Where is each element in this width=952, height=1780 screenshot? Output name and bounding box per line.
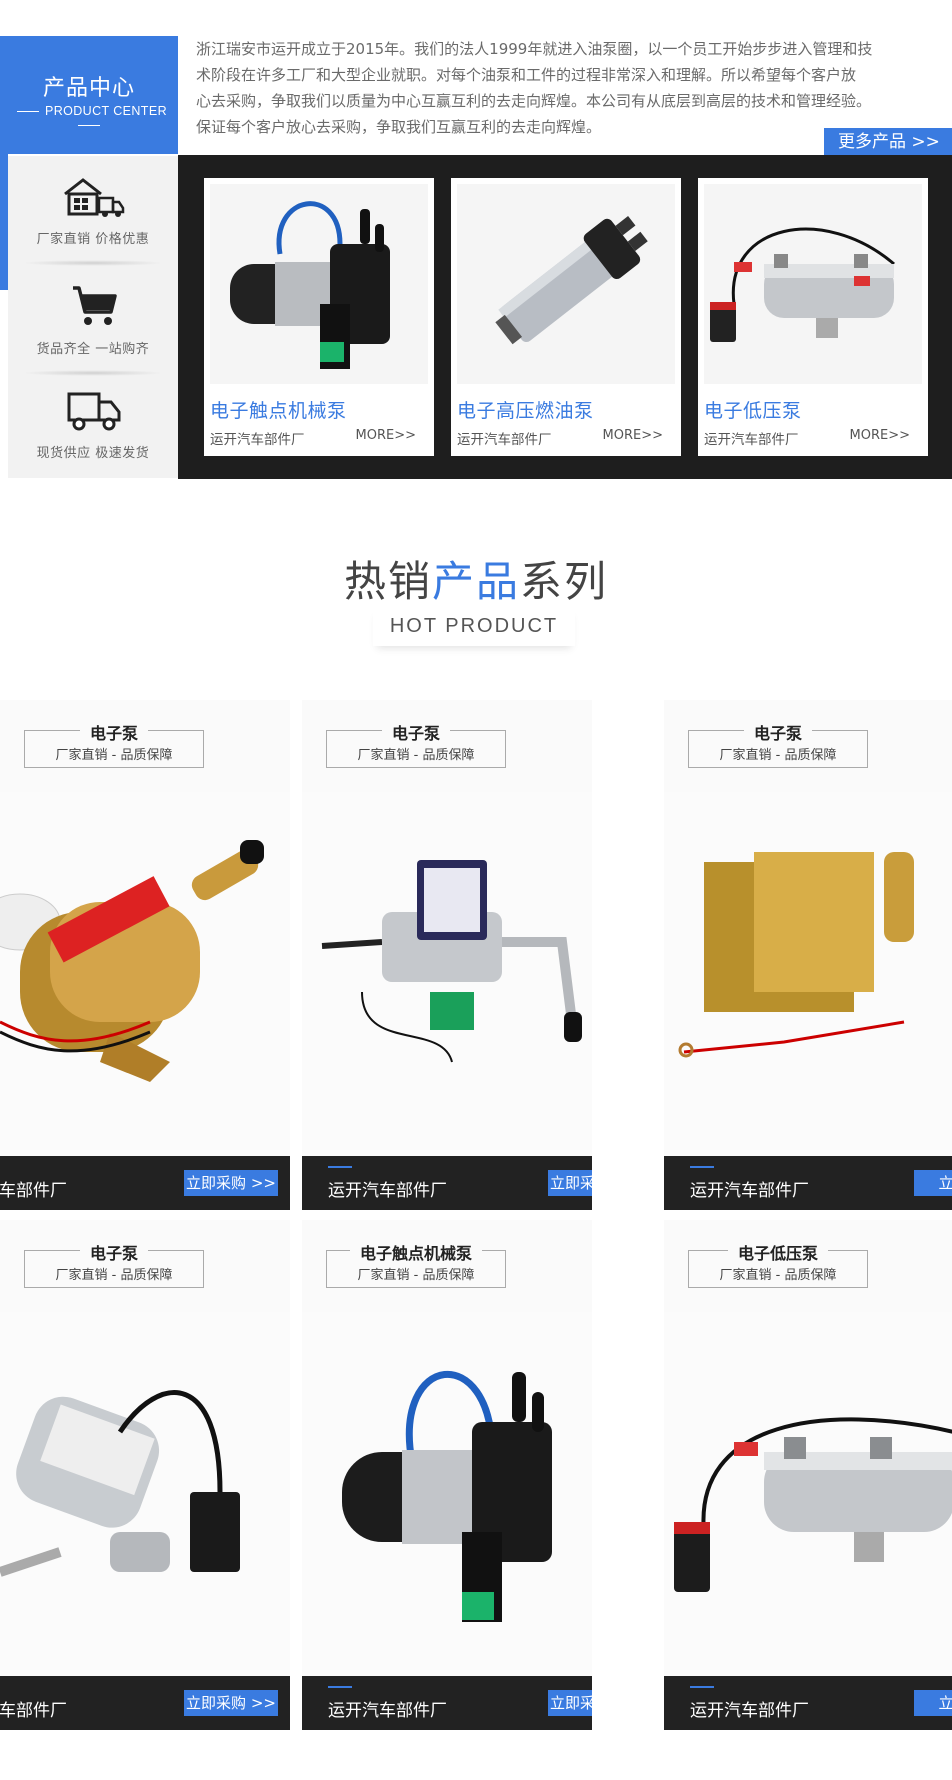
buy-now-button[interactable]: 立即采购 >> (184, 1170, 278, 1196)
more-link[interactable]: MORE>> (850, 428, 910, 443)
feature-item-direct-sale: 厂家直销 价格优惠 (8, 156, 178, 266)
feature-label: 货品齐全 一站购齐 (36, 342, 150, 357)
card-tagline: 厂家直销 - 品质保障 (357, 1268, 475, 1283)
product-image (664, 1312, 952, 1676)
footer-accent (690, 1686, 714, 1688)
product-center-header: 产品中心 PRODUCT CENTER (0, 36, 178, 154)
buy-now-button[interactable]: 立即采购 >> (548, 1170, 592, 1196)
featured-products-panel: 电子触点机械泵 运开汽车部件厂 MORE>> 电子高压燃油泵 运开汽车部件厂 M… (178, 155, 952, 479)
buy-now-button[interactable]: 立即采购 >> (548, 1690, 592, 1716)
warehouse-truck-icon (64, 178, 125, 217)
featured-product-card[interactable]: 电子高压燃油泵 运开汽车部件厂 MORE>> (451, 178, 681, 456)
product-image (457, 184, 675, 384)
hot-product-card[interactable]: 电子泵 厂家直销 - 品质保障 运开汽车部件厂 立即采购 >> (302, 700, 592, 1210)
card-product-name: 电子泵 (79, 724, 148, 743)
card-product-name-wrap: 电子泵 (0, 720, 228, 744)
hot-title-part: 系列 (520, 557, 609, 606)
card-header: 电子泵 厂家直销 - 品质保障 (302, 700, 592, 792)
card-header: 电子触点机械泵 厂家直销 - 品质保障 (302, 1220, 592, 1312)
feature-label: 现货供应 极速发货 (36, 446, 150, 461)
buy-now-button[interactable]: 立即采购 >> (184, 1690, 278, 1716)
footer-accent (328, 1686, 352, 1688)
card-footer: 运开汽车部件厂 立即采购 >> (302, 1676, 592, 1730)
product-image (0, 792, 290, 1156)
hot-product-card[interactable]: 电子泵 厂家直销 - 品质保障 运开汽车部件厂 立即采 (664, 700, 952, 1210)
buy-now-button[interactable]: 立即采 (914, 1690, 952, 1716)
more-products-button[interactable]: 更多产品 >> (824, 128, 952, 156)
hot-section-subtitle: HOT PRODUCT (373, 606, 575, 646)
product-title[interactable]: 电子高压燃油泵 (457, 396, 594, 423)
shopping-cart-icon (73, 286, 117, 325)
card-tagline: 厂家直销 - 品质保障 (55, 748, 173, 763)
card-header: 电子低压泵 厂家直销 - 品质保障 (664, 1220, 952, 1312)
card-header: 电子泵 厂家直销 - 品质保障 (0, 1220, 290, 1312)
card-product-name: 电子触点机械泵 (349, 1244, 482, 1263)
card-header: 电子泵 厂家直销 - 品质保障 (0, 700, 290, 792)
card-product-name-wrap: 电子低压泵 (664, 1240, 892, 1264)
hot-product-card[interactable]: 电子泵 厂家直销 - 品质保障 汽车部件厂 立即采购 >> (0, 1220, 290, 1730)
card-tagline: 厂家直销 - 品质保障 (719, 1268, 837, 1283)
card-header: 电子泵 厂家直销 - 品质保障 (664, 700, 952, 792)
hot-section-title: 热销产品系列 (0, 548, 952, 609)
card-product-name: 电子泵 (743, 724, 812, 743)
product-center-title: 产品中心 (42, 76, 135, 101)
card-footer: 汽车部件厂 立即采购 >> (0, 1676, 290, 1730)
card-product-name: 电子泵 (381, 724, 450, 743)
product-title[interactable]: 电子触点机械泵 (210, 396, 347, 423)
product-title[interactable]: 电子低压泵 (704, 396, 802, 423)
product-maker: 运开汽车部件厂 (457, 432, 552, 448)
more-link[interactable]: MORE>> (603, 428, 663, 443)
card-product-name-wrap: 电子触点机械泵 (302, 1240, 530, 1264)
product-image (302, 1312, 592, 1676)
more-link[interactable]: MORE>> (356, 428, 416, 443)
card-maker: 汽车部件厂 (0, 1701, 67, 1721)
hot-title-part: 热销 (343, 557, 432, 606)
product-image (302, 792, 592, 1156)
delivery-truck-icon (67, 392, 121, 431)
feature-label: 厂家直销 价格优惠 (36, 232, 150, 247)
hot-product-card[interactable]: 电子低压泵 厂家直销 - 品质保障 运开汽车部件厂 立即采 (664, 1220, 952, 1730)
card-product-name: 电子低压泵 (727, 1244, 828, 1263)
card-tagline: 厂家直销 - 品质保障 (357, 748, 475, 763)
hot-product-card[interactable]: 电子触点机械泵 厂家直销 - 品质保障 运开汽车部件厂 立即采购 >> (302, 1220, 592, 1730)
card-maker: 运开汽车部件厂 (690, 1181, 809, 1201)
card-maker: 运开汽车部件厂 (328, 1181, 447, 1201)
product-center-subtitle: PRODUCT CENTER (0, 104, 178, 132)
hot-title-accent: 产品 (431, 557, 520, 606)
card-product-name-wrap: 电子泵 (302, 720, 530, 744)
featured-product-card[interactable]: 电子低压泵 运开汽车部件厂 MORE>> (698, 178, 928, 456)
feature-item-fast-delivery: 现货供应 极速发货 (8, 370, 178, 470)
card-product-name-wrap: 电子泵 (664, 720, 892, 744)
card-maker: 汽车部件厂 (0, 1181, 67, 1201)
product-maker: 运开汽车部件厂 (704, 432, 799, 448)
featured-product-card[interactable]: 电子触点机械泵 运开汽车部件厂 MORE>> (204, 178, 434, 456)
card-product-name-wrap: 电子泵 (0, 1240, 228, 1264)
card-maker: 运开汽车部件厂 (690, 1701, 809, 1721)
card-footer: 汽车部件厂 立即采购 >> (0, 1156, 290, 1210)
feature-list: 厂家直销 价格优惠 货品齐全 一站购齐 现货供应 极速发货 (8, 156, 178, 478)
card-tagline: 厂家直销 - 品质保障 (55, 1268, 173, 1283)
product-image (0, 1312, 290, 1676)
card-maker: 运开汽车部件厂 (328, 1701, 447, 1721)
product-image (664, 792, 952, 1156)
product-maker: 运开汽车部件厂 (210, 432, 305, 448)
feature-item-full-range: 货品齐全 一站购齐 (8, 266, 178, 376)
footer-accent (328, 1166, 352, 1168)
card-footer: 运开汽车部件厂 立即采 (664, 1676, 952, 1730)
card-footer: 运开汽车部件厂 立即采 (664, 1156, 952, 1210)
hot-product-card[interactable]: 电子泵 厂家直销 - 品质保障 汽车部件厂 立即采购 >> (0, 700, 290, 1210)
product-image (210, 184, 428, 384)
card-product-name: 电子泵 (79, 1244, 148, 1263)
card-tagline: 厂家直销 - 品质保障 (719, 748, 837, 763)
card-footer: 运开汽车部件厂 立即采购 >> (302, 1156, 592, 1210)
company-intro: 浙江瑞安市运开成立于2015年。我们的法人1999年就进入油泵圈，以一个员工开始… (196, 40, 873, 136)
product-image (704, 184, 922, 384)
footer-accent (690, 1166, 714, 1168)
buy-now-button[interactable]: 立即采 (914, 1170, 952, 1196)
